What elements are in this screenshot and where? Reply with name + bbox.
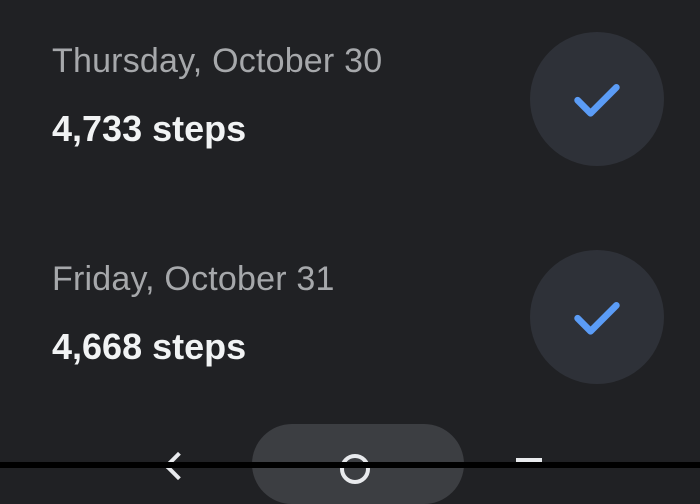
day-entry-thursday: Thursday, October 30 4,733 steps — [0, 0, 700, 200]
entry-steps: 4,733 steps — [52, 108, 247, 149]
goal-completed-button[interactable] — [530, 32, 664, 166]
checkmark-icon — [574, 84, 620, 117]
entry-date: Thursday, October 30 — [52, 42, 383, 80]
screen-bottom-edge — [0, 462, 700, 468]
entry-steps: 4,668 steps — [52, 326, 247, 367]
system-navigation-bar — [0, 412, 700, 504]
goal-completed-button[interactable] — [530, 250, 664, 384]
entry-date: Friday, October 31 — [52, 260, 335, 298]
day-entry-friday: Friday, October 31 4,668 steps — [0, 218, 700, 418]
checkmark-icon — [574, 302, 620, 335]
home-icon — [340, 454, 370, 484]
